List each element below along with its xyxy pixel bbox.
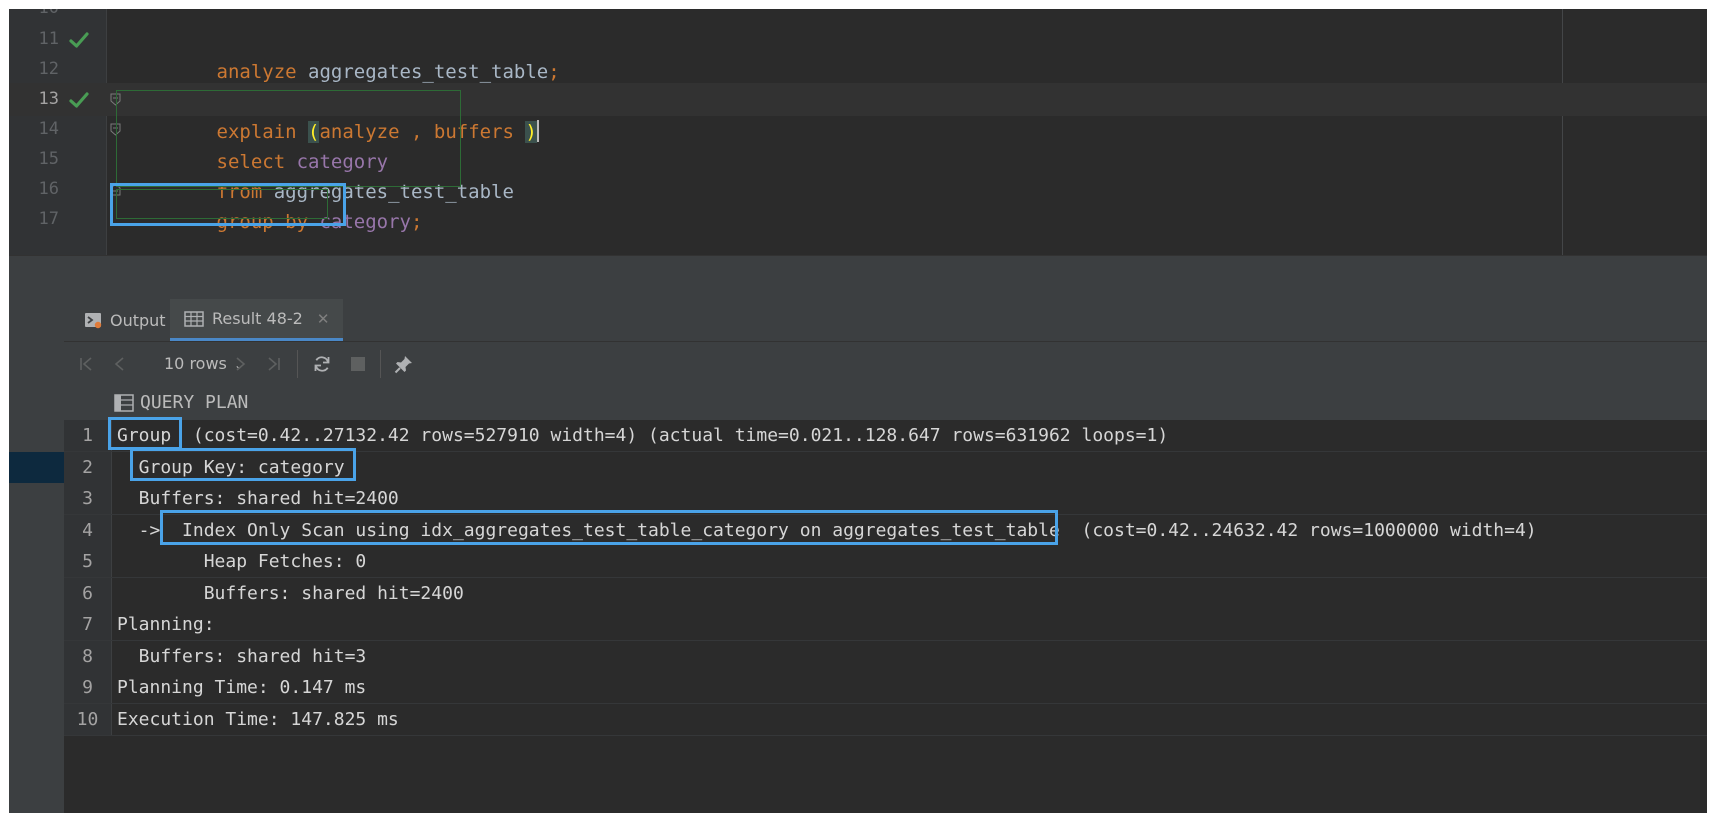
line-number: 14: [38, 119, 59, 139]
table-row[interactable]: 4 -> Index Only Scan using idx_aggregate…: [64, 515, 1707, 547]
row-number: 6: [64, 578, 112, 609]
column-header-label: QUERY PLAN: [140, 392, 249, 413]
table-row[interactable]: 6 Buffers: shared hit=2400: [64, 578, 1707, 610]
code-line-17[interactable]: 17: [9, 203, 1707, 236]
sql-editor[interactable]: 10 11 analyze aggregates_test_table; 12 …: [9, 9, 1707, 255]
table-row[interactable]: 8 Buffers: shared hit=3: [64, 641, 1707, 673]
close-icon[interactable]: ✕: [317, 310, 330, 328]
row-number: 4: [64, 515, 112, 546]
plan-cell[interactable]: -> Index Only Scan using idx_aggregates_…: [117, 515, 1537, 546]
table-row[interactable]: 2 Group Key: category: [64, 452, 1707, 484]
executed-check-icon: [69, 32, 89, 48]
row-number: 8: [64, 641, 112, 672]
code-line-13[interactable]: 13 explain (analyze , buffers ): [9, 83, 1707, 143]
row-number: 10: [64, 704, 112, 735]
first-page-icon[interactable]: [76, 354, 96, 374]
line-number: 12: [38, 59, 59, 79]
line-number: 11: [38, 29, 59, 49]
code-line-15[interactable]: 15 from aggregates_test_table: [9, 143, 1707, 203]
plan-cell[interactable]: Buffers: shared hit=2400: [117, 483, 399, 514]
panel-divider[interactable]: [9, 255, 1707, 300]
previous-page-icon[interactable]: [110, 354, 130, 374]
last-page-icon[interactable]: [264, 354, 284, 374]
stop-icon[interactable]: [348, 354, 368, 374]
tab-label: Output: [110, 310, 166, 330]
table-row[interactable]: 3 Buffers: shared hit=2400: [64, 483, 1707, 515]
refresh-icon[interactable]: [312, 354, 332, 374]
grid-header: QUERY PLAN: [64, 386, 1707, 421]
plan-cell[interactable]: Planning Time: 0.147 ms: [117, 672, 366, 703]
line-number: 17: [38, 209, 59, 229]
toolbar-separator: [297, 350, 298, 378]
code-line-14[interactable]: 14 select category: [9, 113, 1707, 173]
ide-window: 10 11 analyze aggregates_test_table; 12 …: [9, 9, 1707, 813]
plan-cell[interactable]: Buffers: shared hit=3: [117, 641, 367, 672]
code-line-11[interactable]: 11 analyze aggregates_test_table;: [9, 23, 1707, 83]
code-line-12[interactable]: 12: [9, 53, 1707, 86]
toolbar-separator: [380, 350, 381, 378]
tab-output[interactable]: Output: [74, 299, 176, 341]
table-icon: [184, 310, 204, 327]
line-number: 13: [38, 89, 59, 109]
results-side-strip: [9, 299, 64, 813]
results-toolbar: 10 rows ⌄: [64, 342, 1707, 387]
executed-check-icon: [69, 92, 89, 108]
column-icon: [114, 394, 134, 412]
table-row[interactable]: 1 Group (cost=0.42..27132.42 rows=527910…: [64, 420, 1707, 452]
results-tabbar: Output Result 48-2 ✕: [64, 299, 1707, 342]
code-line-16[interactable]: 16 group by category;: [9, 173, 1707, 233]
plan-cell[interactable]: Heap Fetches: 0: [117, 546, 367, 577]
plan-cell[interactable]: Group (cost=0.42..27132.42 rows=527910 w…: [117, 420, 1168, 451]
row-number: 3: [64, 483, 112, 514]
selected-row-marker: [9, 452, 64, 483]
tab-result[interactable]: Result 48-2 ✕: [170, 299, 344, 341]
table-row[interactable]: 7 Planning:: [64, 609, 1707, 641]
table-row[interactable]: 9 Planning Time: 0.147 ms: [64, 672, 1707, 704]
tab-label: Result 48-2: [212, 309, 303, 328]
row-number: 1: [64, 420, 112, 451]
row-number: 2: [64, 452, 112, 483]
line-number: 15: [38, 149, 59, 169]
table-row[interactable]: 10 Execution Time: 147.825 ms: [64, 704, 1707, 736]
plan-cell[interactable]: Execution Time: 147.825 ms: [117, 704, 399, 735]
plan-cell[interactable]: Buffers: shared hit=2400: [117, 578, 464, 609]
next-page-icon[interactable]: [230, 354, 250, 374]
fold-open-icon[interactable]: [110, 93, 121, 106]
fold-close-icon[interactable]: [110, 183, 121, 196]
row-number: 7: [64, 609, 112, 640]
console-icon: [85, 313, 102, 329]
row-number: 5: [64, 546, 112, 577]
plan-cell[interactable]: Planning:: [117, 609, 215, 640]
fold-open-icon[interactable]: [110, 123, 121, 136]
column-header-query-plan[interactable]: QUERY PLAN: [114, 386, 248, 420]
row-number: 9: [64, 672, 112, 703]
plan-cell[interactable]: Group Key: category: [117, 452, 345, 483]
line-number: 16: [38, 179, 59, 199]
pin-icon[interactable]: [394, 354, 414, 374]
rows-count-label: 10 rows: [164, 354, 227, 373]
table-row[interactable]: 5 Heap Fetches: 0: [64, 546, 1707, 578]
